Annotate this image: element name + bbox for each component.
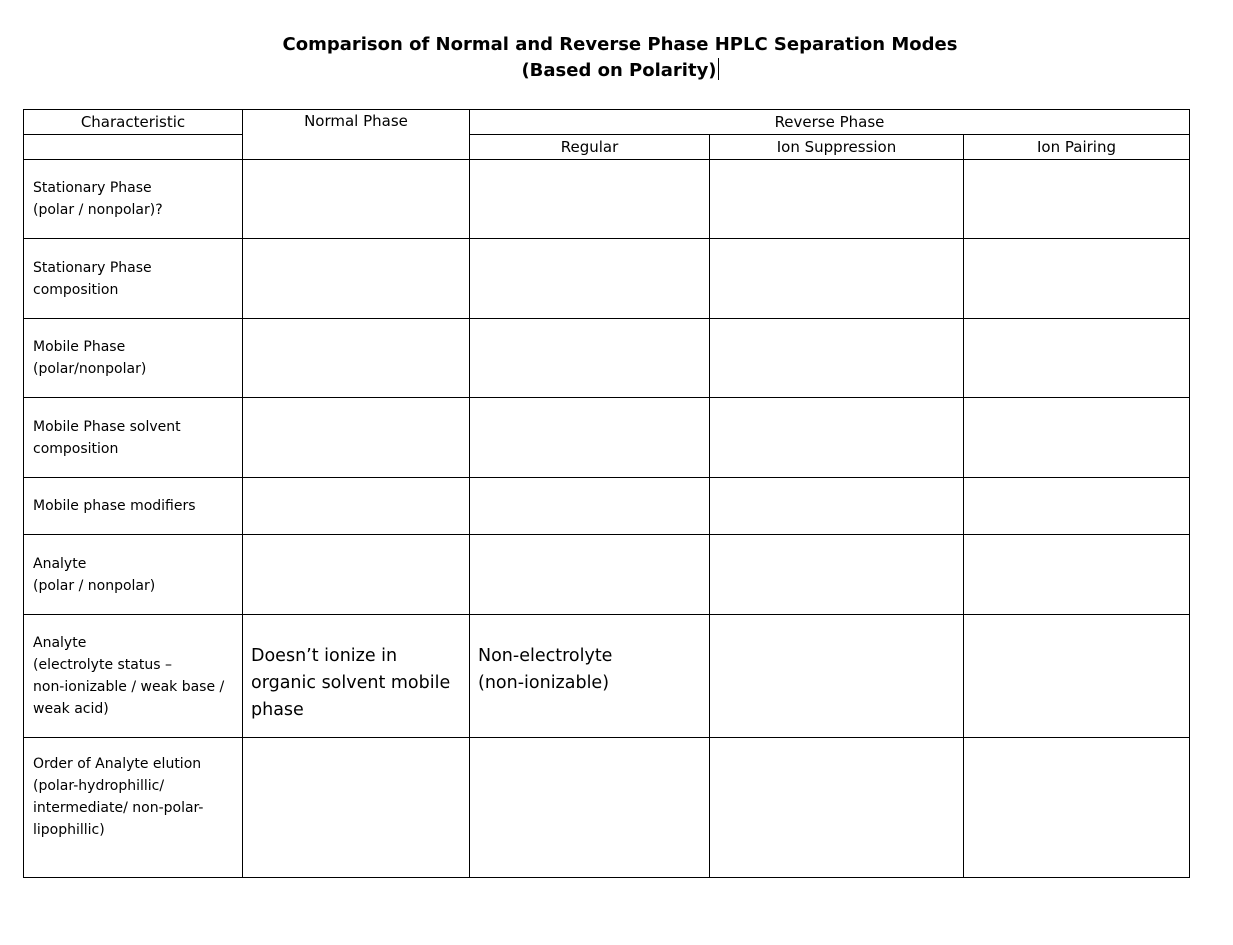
cell-regular[interactable] bbox=[469, 534, 710, 615]
header-ion-pairing: Ion Pairing bbox=[963, 134, 1190, 160]
row-label: Analyte (polar / nonpolar) bbox=[23, 534, 243, 615]
table-row: Stationary Phase composition bbox=[23, 238, 1190, 319]
row-label-line: weak acid) bbox=[33, 701, 109, 717]
cell-text-line: Non-electrolyte bbox=[478, 646, 613, 666]
cell-ion-suppression[interactable] bbox=[709, 318, 964, 398]
cell-normal[interactable] bbox=[242, 534, 470, 615]
cell-regular[interactable] bbox=[469, 737, 710, 878]
cell-text-line: Doesn’t ionize in bbox=[251, 646, 398, 666]
row-label: Stationary Phase composition bbox=[23, 238, 243, 319]
cell-ion-pairing[interactable] bbox=[963, 614, 1190, 738]
row-label-line: lipophillic) bbox=[33, 821, 105, 838]
header-characteristic: Characteristic bbox=[23, 109, 243, 135]
cell-normal[interactable] bbox=[242, 318, 470, 398]
document-title: Comparison of Normal and Reverse Phase H… bbox=[0, 32, 1233, 84]
title-line-1: Comparison of Normal and Reverse Phase H… bbox=[282, 34, 958, 55]
cell-regular[interactable] bbox=[469, 318, 710, 398]
table-row: Mobile phase modifiers bbox=[23, 477, 1190, 535]
table-row: Mobile Phase (polar/nonpolar) bbox=[23, 318, 1190, 398]
cell-regular[interactable]: Non-electrolyte (non-ionizable) bbox=[469, 614, 710, 738]
row-label-line: intermediate/ non-polar- bbox=[33, 799, 204, 816]
cell-normal[interactable] bbox=[242, 397, 470, 478]
header-empty-cell bbox=[23, 134, 243, 160]
cell-normal[interactable] bbox=[242, 737, 470, 878]
row-label-line: Stationary Phase bbox=[33, 259, 152, 276]
cell-regular[interactable] bbox=[469, 238, 710, 319]
cell-regular[interactable] bbox=[469, 477, 710, 535]
row-label: Order of Analyte elution (polar-hydrophil… bbox=[23, 737, 243, 878]
row-label-line: (polar-hydrophillic/ bbox=[33, 777, 165, 794]
cell-ion-suppression[interactable] bbox=[709, 238, 964, 319]
row-label-line: Mobile Phase solvent bbox=[33, 418, 181, 435]
cell-ion-suppression[interactable] bbox=[709, 614, 964, 738]
cell-normal[interactable] bbox=[242, 159, 470, 239]
row-label: Mobile Phase (polar/nonpolar) bbox=[23, 318, 243, 398]
table-row: Analyte (polar / nonpolar) bbox=[23, 534, 1190, 615]
cell-ion-suppression[interactable] bbox=[709, 737, 964, 878]
cell-regular[interactable] bbox=[469, 159, 710, 239]
row-label-line: Mobile phase modifiers bbox=[33, 498, 196, 514]
cell-regular[interactable] bbox=[469, 397, 710, 478]
row-label-line: Order of Analyte elution bbox=[33, 755, 202, 772]
table-row: Mobile Phase solvent composition bbox=[23, 397, 1190, 478]
table-row: Order of Analyte elution (polar-hydrophil… bbox=[23, 737, 1190, 878]
cell-normal[interactable]: Doesn’t ionize in organic solvent mobile p… bbox=[242, 614, 470, 738]
header-ion-suppression: Ion Suppression bbox=[709, 134, 964, 160]
row-label: Stationary Phase (polar / nonpolar)? bbox=[23, 159, 243, 239]
cell-ion-suppression[interactable] bbox=[709, 534, 964, 615]
row-label-line: Analyte bbox=[33, 555, 87, 572]
row-label-line: (polar / nonpolar)? bbox=[33, 202, 163, 218]
row-label-line: (electrolyte status – bbox=[33, 657, 172, 673]
table-row: Stationary Phase (polar / nonpolar)? bbox=[23, 159, 1190, 239]
text-cursor bbox=[717, 58, 719, 80]
cell-ion-suppression[interactable] bbox=[709, 159, 964, 239]
row-label: Mobile phase modifiers bbox=[23, 477, 243, 535]
cell-text-line: (non-ionizable) bbox=[478, 673, 610, 693]
row-label-line: non-ionizable / weak base / bbox=[33, 679, 225, 695]
cell-ion-pairing[interactable] bbox=[963, 477, 1190, 535]
cell-normal[interactable] bbox=[242, 477, 470, 535]
cell-ion-pairing[interactable] bbox=[963, 318, 1190, 398]
title-line-2-text: (Based on Polarity) bbox=[521, 60, 717, 81]
row-label-line: (polar/nonpolar) bbox=[33, 361, 147, 377]
comparison-table: Characteristic Normal Phase Reverse Phas… bbox=[23, 109, 1190, 878]
header-regular: Regular bbox=[469, 134, 710, 160]
row-label-line: Analyte bbox=[33, 635, 87, 651]
cell-text-line: phase bbox=[251, 700, 304, 720]
header-normal-phase: Normal Phase bbox=[242, 109, 470, 160]
cell-ion-pairing[interactable] bbox=[963, 534, 1190, 615]
cell-ion-pairing[interactable] bbox=[963, 238, 1190, 319]
cell-ion-suppression[interactable] bbox=[709, 397, 964, 478]
row-label-line: composition bbox=[33, 281, 119, 298]
cell-normal[interactable] bbox=[242, 238, 470, 319]
row-label-line: (polar / nonpolar) bbox=[33, 577, 156, 594]
header-reverse-phase: Reverse Phase bbox=[469, 109, 1190, 135]
header-row: Characteristic Normal Phase Reverse Phas… bbox=[23, 109, 1190, 160]
row-label: Analyte (electrolyte status – non-ionizabl… bbox=[23, 614, 243, 738]
cell-ion-pairing[interactable] bbox=[963, 159, 1190, 239]
cell-ion-suppression[interactable] bbox=[709, 477, 964, 535]
row-label: Mobile Phase solvent composition bbox=[23, 397, 243, 478]
row-label-line bbox=[33, 841, 242, 863]
row-label-line: Stationary Phase bbox=[33, 180, 152, 196]
cell-ion-pairing[interactable] bbox=[963, 737, 1190, 878]
subheader-row: Regular Ion Suppression Ion Pairing bbox=[23, 134, 1190, 160]
cell-ion-pairing[interactable] bbox=[963, 397, 1190, 478]
row-label-line: composition bbox=[33, 440, 119, 457]
row-label-line: Mobile Phase bbox=[33, 339, 126, 355]
title-line-2[interactable]: (Based on Polarity) bbox=[0, 58, 1233, 84]
cell-text-line: organic solvent mobile bbox=[251, 673, 451, 693]
table-row: Analyte (electrolyte status – non-ionizabl… bbox=[23, 614, 1190, 738]
